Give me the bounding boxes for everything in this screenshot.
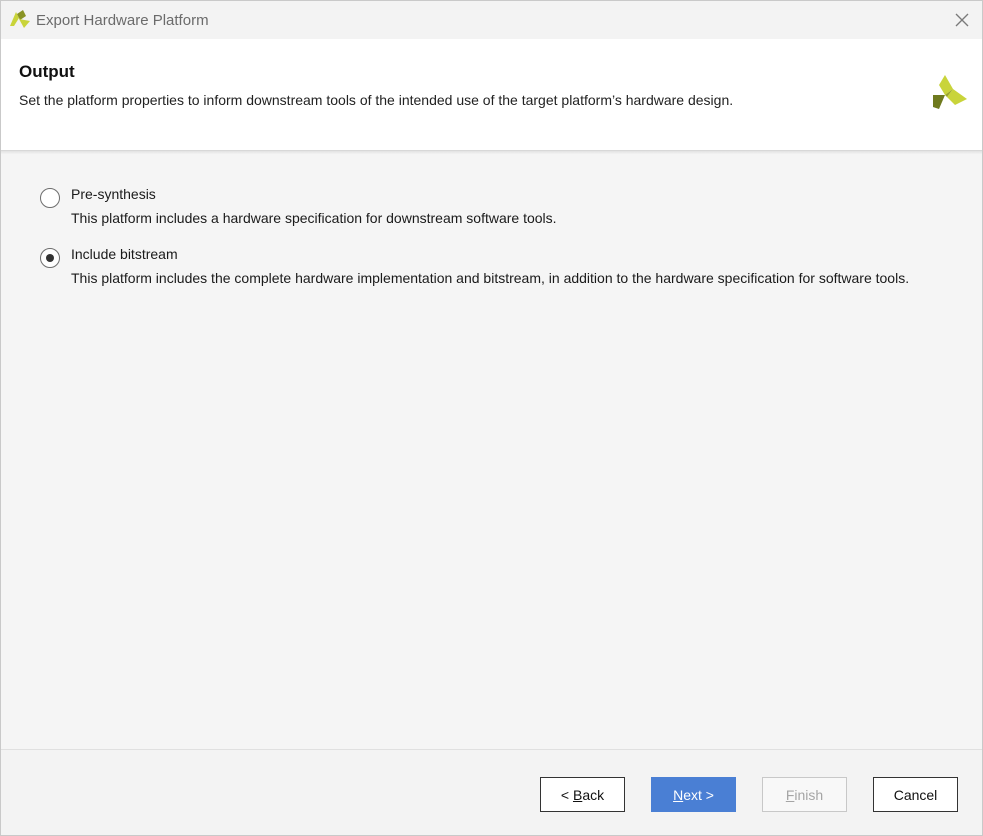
page-description: Set the platform properties to inform do…: [19, 92, 734, 108]
dialog-window: Export Hardware Platform Output Set the …: [0, 0, 983, 836]
content-area: Pre-synthesis This platform includes a h…: [1, 154, 982, 749]
cancel-button[interactable]: Cancel: [873, 777, 958, 812]
close-button[interactable]: [949, 8, 975, 32]
button-bar: < Back Next > Finish Cancel: [1, 749, 982, 835]
option-include-bitstream[interactable]: Include bitstream This platform includes…: [39, 220, 959, 300]
finish-button[interactable]: Finish: [762, 777, 847, 812]
pre-synthesis-radio[interactable]: [40, 188, 60, 208]
include-bitstream-radio[interactable]: [40, 248, 60, 268]
next-button[interactable]: Next >: [651, 777, 736, 812]
close-icon[interactable]: [955, 13, 969, 27]
page-title: Output: [19, 62, 75, 81]
wizard-header: Output Set the platform properties to in…: [1, 39, 982, 151]
radio-selected-dot: [45, 253, 54, 262]
option-description: This platform includes the complete hard…: [71, 270, 910, 286]
window-title: Export Hardware Platform: [36, 12, 209, 29]
back-button[interactable]: < Back: [540, 777, 625, 812]
title-bar: Export Hardware Platform: [1, 1, 982, 39]
xilinx-logo-icon: [10, 10, 30, 28]
option-label: Pre-synthesis: [71, 186, 156, 202]
option-label: Include bitstream: [71, 246, 178, 262]
option-pre-synthesis[interactable]: Pre-synthesis This platform includes a h…: [39, 160, 959, 226]
xilinx-logo-icon: [933, 75, 967, 109]
